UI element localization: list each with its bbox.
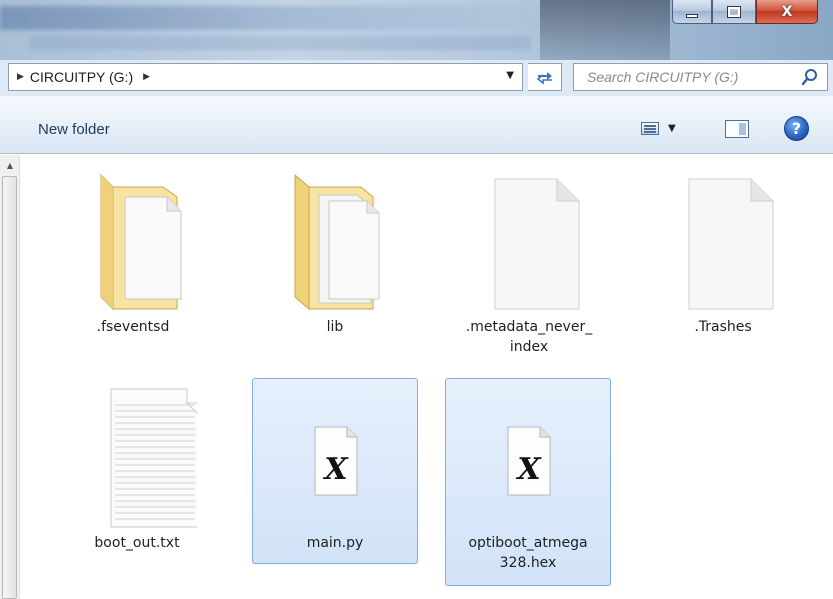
refresh-button[interactable] [528,63,562,91]
scrollbar-thumb[interactable] [2,176,17,599]
svg-text:X: X [515,452,542,487]
file-item-optiboot-hex[interactable]: X optiboot_atmega 328.hex [445,378,611,586]
address-row: ▶ CIRCUITPY (G:) ▶ ▼ Search CIRCUITPY (G… [0,60,833,96]
vertical-scrollbar[interactable]: ▲ [0,155,20,599]
file-name: boot_out.txt [94,535,180,551]
maximize-icon [727,5,741,18]
change-view-control[interactable]: ▼ [641,122,676,135]
breadcrumb-root-arrow-icon[interactable]: ▶ [17,72,24,82]
file-name: lib [326,319,344,335]
refresh-icon [536,72,552,85]
file-item-fseventsd[interactable]: .fseventsd [50,167,216,337]
scroll-up-arrow-icon[interactable]: ▲ [0,155,20,175]
file-item-metadata-never-index[interactable]: .metadata_never_ index [446,167,612,357]
x-file-icon: X [314,426,358,496]
title-bar-shade [540,0,670,60]
blank-file-icon [494,178,580,310]
file-item-main-py[interactable]: X main.py [252,378,418,564]
title-bar-blur [0,6,560,30]
close-button[interactable]: X [756,0,818,24]
file-item-trashes[interactable]: .Trashes [640,167,806,337]
help-icon[interactable]: ? [784,116,809,141]
folder-icon [100,173,182,311]
title-bar-blur-lower [30,36,530,50]
file-name: optiboot_atmega 328.hex [468,535,588,571]
file-item-lib[interactable]: lib [252,167,418,337]
address-bar[interactable]: ▶ CIRCUITPY (G:) ▶ ▼ [8,63,523,91]
change-view-icon[interactable] [641,122,659,135]
address-history-dropdown-icon[interactable]: ▼ [506,70,514,81]
svg-text:X: X [322,452,349,487]
text-file-icon [110,388,197,528]
close-icon: X [781,3,793,20]
file-list-area[interactable]: ▲ .fseventsd lib .metadata_never_ index [0,155,833,599]
file-item-boot-out[interactable]: boot_out.txt [54,383,220,553]
search-box[interactable]: Search CIRCUITPY (G:) [573,63,828,91]
blank-file-icon [688,178,774,310]
minimize-icon [686,13,698,18]
folder-icon [294,173,380,311]
breadcrumb-arrow-icon[interactable]: ▶ [143,72,150,82]
minimize-button[interactable] [672,0,712,24]
x-file-icon: X [507,426,551,496]
command-toolbar: New folder ▼ ? [0,96,833,154]
file-name: .Trashes [694,319,752,335]
preview-pane-icon[interactable] [725,120,749,138]
breadcrumb-drive[interactable]: CIRCUITPY (G:) [30,69,133,85]
file-name: .metadata_never_ index [465,319,593,355]
search-input[interactable]: Search CIRCUITPY (G:) [587,69,738,85]
caption-buttons: X [672,0,818,26]
window-title-bar[interactable]: X [0,0,833,60]
view-options-dropdown-icon[interactable]: ▼ [668,123,676,134]
file-name: main.py [306,535,364,551]
file-name: .fseventsd [96,319,170,335]
new-folder-button[interactable]: New folder [38,121,110,138]
maximize-button[interactable] [712,0,756,24]
search-icon[interactable] [801,68,819,86]
